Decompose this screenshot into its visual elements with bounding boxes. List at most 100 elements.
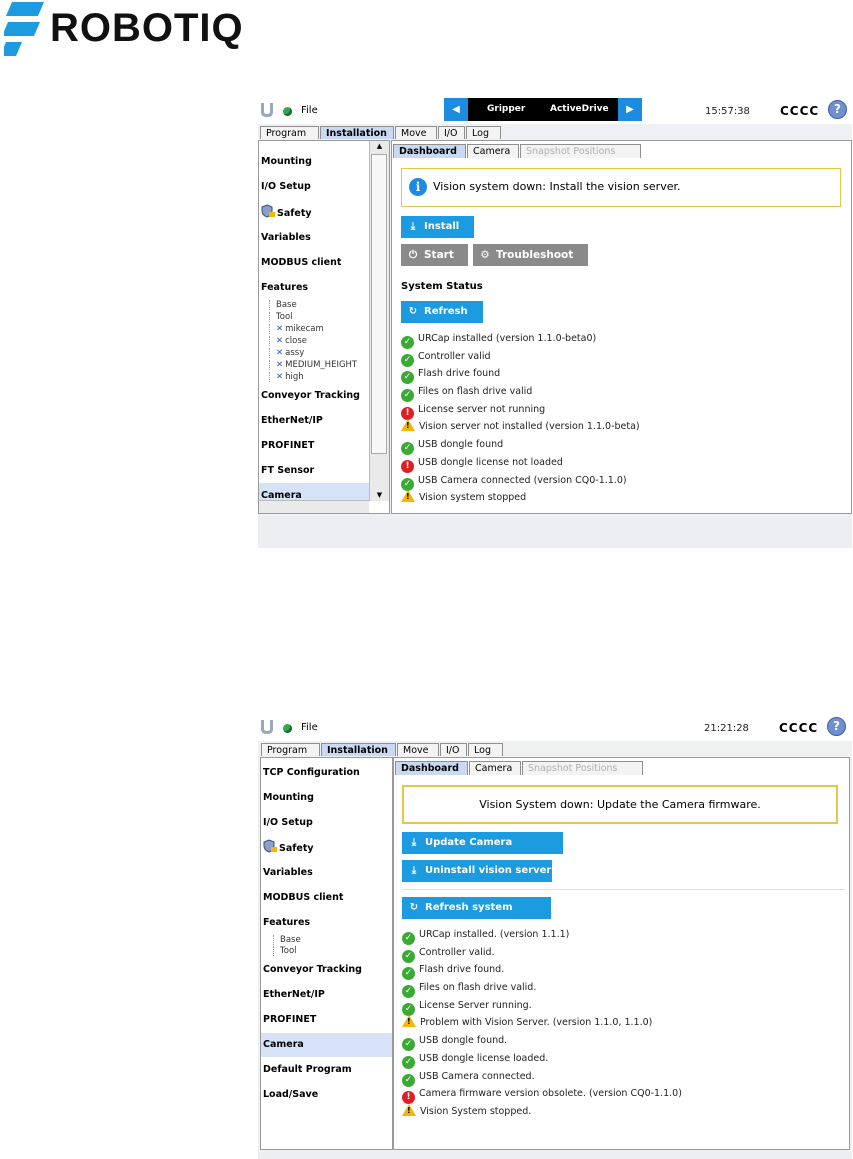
sidebar-horizontal-scrollbar[interactable] [259, 500, 369, 513]
file-menu[interactable]: File [301, 105, 318, 116]
refresh-system-status-button[interactable]: ↻ Refresh system status [402, 897, 551, 935]
status-text: USB dongle license loaded. [419, 1052, 549, 1064]
info-icon: i [409, 178, 427, 196]
feature-item-high[interactable]: ✕ high [269, 372, 304, 382]
uninstall-vision-server-button[interactable]: ⤓ Uninstall vision server [402, 860, 552, 882]
tab-io[interactable]: I/O [440, 743, 467, 756]
feature-label: mikecam [285, 324, 324, 334]
sidebar-item-variables[interactable]: Variables [263, 867, 313, 878]
sidebar-item-profinet[interactable]: PROFINET [261, 440, 314, 451]
tab-dashboard[interactable]: Dashboard [393, 144, 466, 158]
button-label: Install [424, 221, 460, 232]
button-label: Troubleshoot [496, 249, 574, 261]
warning-icon [401, 419, 415, 432]
sidebar-item-camera[interactable]: Camera [261, 1033, 392, 1057]
tab-program[interactable]: Program [260, 126, 319, 139]
feature-item-assy[interactable]: ✕ assy [269, 348, 304, 358]
main-tabs: Program Installation Move I/O Log [258, 741, 852, 756]
header-bar: File 21:21:28 CCCC ? [258, 715, 852, 741]
toolbar-right-arrow-icon[interactable]: ▶ [618, 98, 642, 121]
sidebar-item-default-program[interactable]: Default Program [263, 1064, 352, 1075]
install-button[interactable]: ⤓ Install [401, 216, 474, 238]
status-row: ! License server not running [401, 401, 640, 420]
file-menu[interactable]: File [301, 722, 318, 733]
tab-snapshot-positions: Snapshot Positions [522, 761, 643, 775]
toolbar-gripper[interactable]: Gripper [487, 104, 525, 114]
update-camera-firmware-button[interactable]: ⤓Update Camera firmware [402, 832, 563, 870]
scroll-up-icon[interactable]: ▲ [370, 141, 389, 152]
sidebar-vertical-scrollbar[interactable]: ▲ ▼ [369, 141, 389, 501]
feature-x-icon: ✕ [276, 372, 284, 382]
sidebar-item-profinet[interactable]: PROFINET [263, 1014, 316, 1025]
sidebar-item-conveyor-tracking[interactable]: Conveyor Tracking [263, 964, 362, 975]
feature-item-base[interactable]: Base [269, 300, 297, 310]
button-label: Uninstall vision server [425, 865, 552, 876]
sidebar-item-safety[interactable]: Safety [261, 204, 312, 219]
help-icon[interactable]: ? [828, 100, 847, 119]
divider [402, 889, 845, 890]
feature-item-tool[interactable]: Tool [273, 946, 297, 956]
sidebar-item-ethernet-ip[interactable]: EtherNet/IP [263, 989, 325, 1000]
sidebar-item-features[interactable]: Features [263, 917, 310, 928]
sidebar-item-io-setup[interactable]: I/O Setup [261, 181, 311, 192]
header-bar: File ◀ Gripper ActiveDrive ▶ 15:57:38 CC… [258, 98, 852, 124]
install-icon: ⤓ [411, 837, 417, 848]
status-text: Controller valid. [419, 946, 495, 958]
tab-io[interactable]: I/O [438, 126, 465, 139]
sidebar-item-label: Safety [277, 208, 312, 219]
feature-item-base[interactable]: Base [273, 935, 301, 945]
sidebar-item-camera[interactable]: Camera [259, 483, 369, 501]
feature-item-close[interactable]: ✕ close [269, 336, 307, 346]
feature-item-medium-height[interactable]: ✕ MEDIUM_HEIGHT [269, 360, 357, 370]
vision-status-alert: Vision System down: Update the Camera fi… [402, 785, 838, 824]
tab-move[interactable]: Move [397, 743, 439, 756]
scroll-thumb[interactable] [371, 154, 387, 454]
feature-label: close [285, 336, 308, 346]
tab-installation[interactable]: Installation [320, 126, 394, 139]
status-text: License server not running [418, 403, 546, 415]
sidebar-item-ethernet-ip[interactable]: EtherNet/IP [261, 415, 323, 426]
status-row: ✓ USB dongle found. [402, 1032, 682, 1052]
status-text: Camera firmware version obsolete. (versi… [419, 1088, 682, 1100]
status-text: License Server running. [419, 999, 532, 1011]
status-row: ✓ Flash drive found. [402, 961, 682, 981]
toolbar-activedrive[interactable]: ActiveDrive [550, 104, 609, 114]
help-icon[interactable]: ? [827, 717, 846, 736]
feature-item-tool[interactable]: Tool [269, 312, 293, 322]
feature-item-mikecam[interactable]: ✕ mikecam [269, 324, 324, 334]
clock: 21:21:28 [704, 723, 749, 734]
sidebar-item-conveyor-tracking[interactable]: Conveyor Tracking [261, 390, 360, 401]
tab-program[interactable]: Program [261, 743, 320, 756]
start-button[interactable]: ⏻ Start [401, 244, 468, 266]
sidebar-item-ft-sensor[interactable]: FT Sensor [261, 465, 314, 476]
tab-log[interactable]: Log [468, 743, 503, 756]
sidebar-item-mounting[interactable]: Mounting [263, 792, 314, 803]
button-label: Start [424, 249, 454, 261]
sidebar-item-load-save[interactable]: Load/Save [263, 1089, 318, 1100]
screenshot-install-vision-server: File ◀ Gripper ActiveDrive ▶ 15:57:38 CC… [258, 98, 852, 548]
toolbar-left-arrow-icon[interactable]: ◀ [444, 98, 468, 121]
sidebar-item-tcp-configuration[interactable]: TCP Configuration [263, 767, 360, 778]
tab-installation[interactable]: Installation [321, 743, 396, 756]
troubleshoot-button[interactable]: ⚙ Troubleshoot [473, 244, 588, 266]
sidebar-item-mounting[interactable]: Mounting [261, 156, 312, 167]
sidebar-item-features[interactable]: Features [261, 282, 308, 293]
status-text: USB Camera connected (version CQ0-1.1.0) [418, 474, 627, 486]
tab-camera[interactable]: Camera [467, 144, 519, 158]
tab-dashboard[interactable]: Dashboard [395, 761, 468, 775]
refresh-button[interactable]: ↻ Refresh [401, 301, 483, 323]
tab-camera[interactable]: Camera [469, 761, 521, 775]
status-text: USB dongle license not loaded [418, 456, 563, 468]
sidebar-item-modbus-client[interactable]: MODBUS client [261, 257, 341, 268]
sidebar-item-modbus-client[interactable]: MODBUS client [263, 892, 343, 903]
sidebar-item-safety[interactable]: Safety [263, 839, 314, 854]
alert-message: Vision System down: Update the Camera fi… [479, 798, 761, 811]
safety-shield-icon [263, 839, 277, 853]
sidebar-item-variables[interactable]: Variables [261, 232, 311, 243]
tab-move[interactable]: Move [395, 126, 437, 139]
sidebar-item-io-setup[interactable]: I/O Setup [263, 817, 313, 828]
status-row: Problem with Vision Server. (version 1.1… [402, 1014, 682, 1032]
scroll-down-icon[interactable]: ▼ [370, 490, 389, 501]
tab-log[interactable]: Log [466, 126, 501, 139]
warning-icon [402, 1103, 416, 1116]
